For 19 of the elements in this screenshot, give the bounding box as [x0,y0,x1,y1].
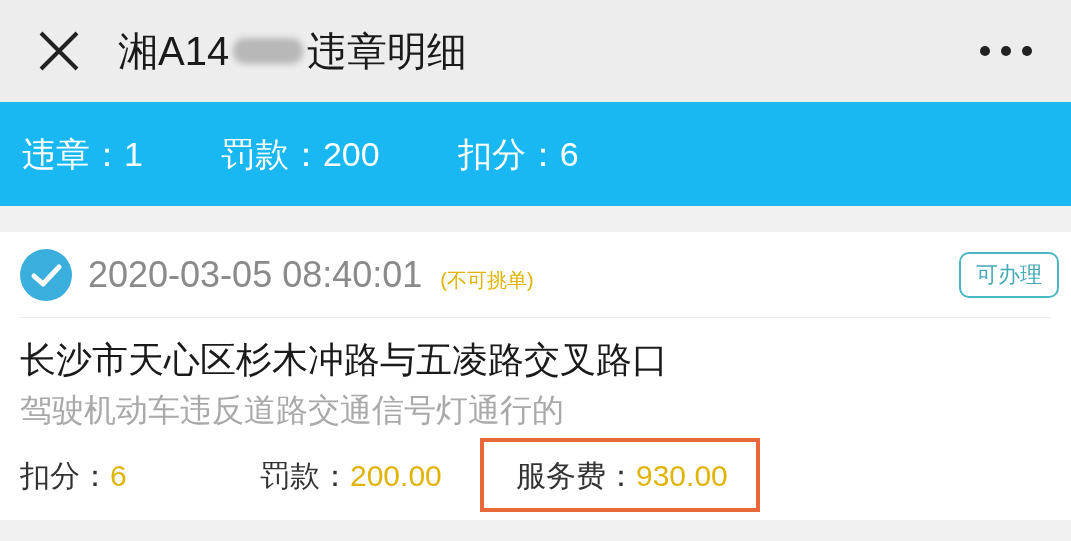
check-icon[interactable] [20,248,72,301]
close-icon[interactable] [38,30,80,72]
page-title: 违章明细 [307,28,468,75]
page-title: 湘A14 [118,28,230,75]
fee-value: 6 [110,457,127,494]
fee-label: 扣分： [20,457,110,494]
violation-description: 驾驶机动车违反道路交通信号灯通行的 [20,391,565,430]
summary-stat: 罚款：200 [220,133,380,175]
fee-value: 930.00 [636,457,728,494]
summary-stat: 违章：1 [22,133,143,175]
summary-stat: 扣分：6 [457,133,579,175]
fee-value: 200.00 [350,457,442,494]
fee-label: 服务费： [516,457,636,494]
more-icon[interactable] [979,45,1033,57]
record-location: 长沙市天心区杉木冲路与五凌路交叉路口 [20,338,669,382]
record-datetime: 2020-03-05 08:40:01 [88,252,423,297]
status-button[interactable]: 可办理 [959,251,1059,298]
record-note: (不可挑单) [440,267,534,293]
fee-label: 罚款： [260,457,350,494]
